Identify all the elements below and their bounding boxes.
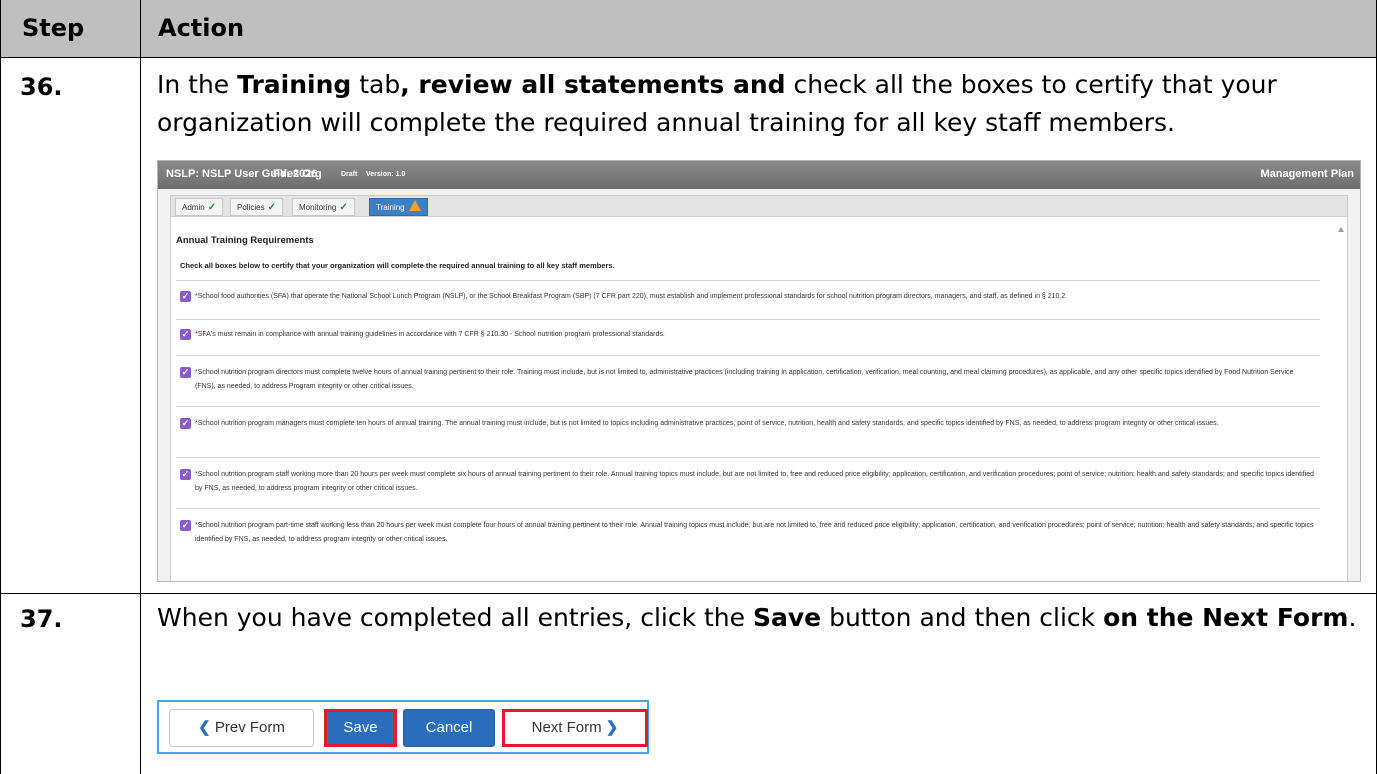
checkbox-checked[interactable]: ✓ xyxy=(180,329,191,340)
tab-training[interactable]: Training xyxy=(369,198,428,216)
checkbox-checked[interactable]: ✓ xyxy=(180,367,191,378)
check-icon: ✓ xyxy=(207,202,217,213)
next-form-button[interactable]: Next Form ❯ xyxy=(502,709,648,747)
chevron-left-icon: ❮ xyxy=(198,719,211,736)
checkbox-checked[interactable]: ✓ xyxy=(180,520,191,531)
divider xyxy=(176,319,1320,320)
row-divider xyxy=(0,593,1377,594)
cancel-button[interactable]: Cancel xyxy=(403,709,495,747)
step-37-number: 37. xyxy=(20,605,63,633)
divider xyxy=(176,457,1320,458)
instruction-table: Step Action 36. In the Training tab, rev… xyxy=(0,0,1377,774)
table-column-divider xyxy=(140,0,141,774)
step-36-number: 36. xyxy=(20,73,63,101)
section-instruction: Check all boxes below to certify that yo… xyxy=(180,261,615,270)
status-label: Draft xyxy=(341,171,358,178)
divider xyxy=(176,508,1320,509)
check-icon: ✓ xyxy=(339,202,348,213)
tab-monitoring[interactable]: Monitoring ✓ xyxy=(292,198,355,216)
checkbox-checked[interactable]: ✓ xyxy=(180,291,191,302)
divider xyxy=(176,406,1320,407)
warning-icon xyxy=(408,200,421,211)
fiscal-year: FY: 2026 xyxy=(273,168,318,180)
divider xyxy=(176,280,1320,281)
prev-form-button[interactable]: ❮ Prev Form xyxy=(169,709,314,747)
tab-admin[interactable]: Admin ✓ xyxy=(175,198,224,216)
tab-bar: Admin ✓ Policies ✓ Monitoring ✓ Training xyxy=(170,195,1348,217)
management-plan-screenshot: NSLP: NSLP User Guides Org FY: 2026 Draf… xyxy=(157,160,1361,582)
table-header-row: Step Action xyxy=(0,0,1377,58)
step-37-instruction: When you have completed all entries, cli… xyxy=(157,603,1357,632)
version-label: Version: 1.0 xyxy=(366,171,406,178)
save-button[interactable]: Save xyxy=(324,709,397,747)
chevron-right-icon: ❯ xyxy=(605,719,619,736)
checkbox-checked[interactable]: ✓ xyxy=(180,469,191,480)
header-action: Action xyxy=(158,14,245,42)
tab-policies[interactable]: Policies ✓ xyxy=(230,198,283,216)
scroll-up-arrow-icon[interactable] xyxy=(1338,227,1344,232)
section-title: Annual Training Requirements xyxy=(176,235,314,246)
divider xyxy=(176,355,1320,356)
check-icon: ✓ xyxy=(267,202,276,213)
page-title: Management Plan xyxy=(1260,168,1354,180)
form-buttons-screenshot: ❮ Prev Form Save Cancel Next Form ❯ xyxy=(157,700,649,754)
header-step: Step xyxy=(22,14,85,42)
table-border-left xyxy=(0,0,1,774)
checkbox-checked[interactable]: ✓ xyxy=(180,418,191,429)
step-36-instruction: In the Training tab, review all statemen… xyxy=(157,70,1277,137)
training-panel: Annual Training Requirements Check all b… xyxy=(170,216,1348,581)
title-bar: NSLP: NSLP User Guides Org FY: 2026 Draf… xyxy=(158,161,1360,189)
